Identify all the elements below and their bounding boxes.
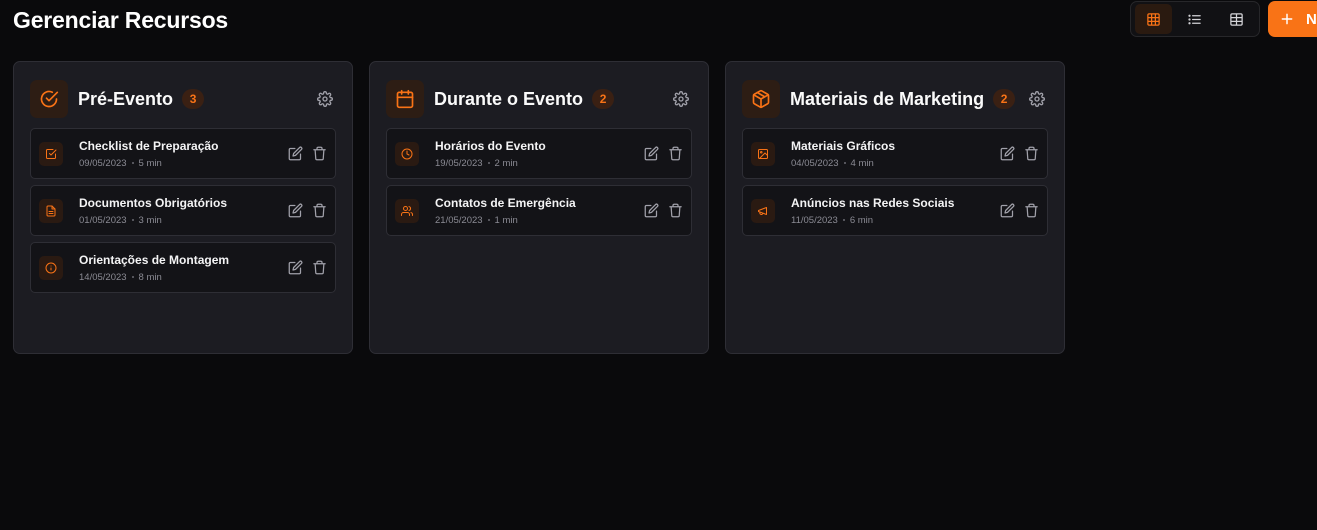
gear-icon[interactable]	[314, 88, 336, 110]
item-title: Orientações de Montagem	[79, 252, 230, 267]
item-duration: 2 min	[494, 157, 518, 169]
page-title: Gerenciar Recursos	[13, 7, 229, 33]
item-title: Contatos de Emergência	[435, 195, 576, 210]
new-button-label: N	[1306, 10, 1317, 28]
trash-icon[interactable]	[667, 146, 683, 162]
item-title: Materiais Gráficos	[791, 138, 896, 153]
resource-item[interactable]: Materiais Gráficos 04/05/2023 4 min	[742, 128, 1048, 179]
resource-item[interactable]: Documentos Obrigatórios 01/05/2023 3 min	[30, 185, 336, 236]
item-duration: 5 min	[138, 157, 162, 169]
column-count-badge: 2	[993, 89, 1016, 109]
item-title: Horários do Evento	[435, 138, 546, 153]
edit-icon[interactable]	[643, 146, 659, 162]
gear-icon[interactable]	[1026, 88, 1048, 110]
grid-view-button[interactable]	[1135, 4, 1173, 34]
item-duration: 6 min	[849, 214, 874, 226]
edit-icon[interactable]	[287, 260, 303, 276]
item-duration: 3 min	[138, 214, 162, 226]
view-mode-toggle	[1130, 1, 1260, 37]
edit-icon[interactable]	[999, 203, 1015, 219]
item-date: 14/05/2023	[79, 271, 127, 283]
item-date: 11/05/2023	[791, 214, 838, 226]
resource-item[interactable]: Orientações de Montagem 14/05/2023 8 min	[30, 242, 336, 293]
item-duration: 1 min	[494, 214, 518, 226]
column-count-badge: 2	[592, 89, 615, 109]
item-date: 19/05/2023	[435, 157, 483, 169]
edit-icon[interactable]	[287, 203, 303, 219]
checkbox-icon	[39, 141, 63, 166]
item-date: 09/05/2023	[79, 157, 127, 169]
trash-icon[interactable]	[311, 146, 327, 162]
grid-icon	[1147, 12, 1160, 26]
item-duration: 4 min	[850, 157, 874, 169]
plus-icon	[1281, 13, 1293, 25]
column-title: Materiais de Marketing	[790, 88, 985, 109]
trash-icon[interactable]	[311, 260, 327, 276]
edit-icon[interactable]	[999, 146, 1015, 162]
column-durante-o-evento: Durante o Evento 2 Horários do Evento 19…	[369, 61, 709, 354]
list-view-button[interactable]	[1176, 4, 1213, 34]
clock-icon	[395, 141, 419, 166]
calendar-icon	[386, 80, 424, 118]
check-circle-icon	[30, 80, 68, 118]
trash-icon[interactable]	[1023, 146, 1039, 162]
users-icon	[395, 198, 419, 223]
column-pre-evento: Pré-Evento 3 Checklist de Preparação 09/…	[13, 61, 353, 354]
new-resource-button[interactable]: N	[1268, 1, 1317, 37]
column-count-badge: 3	[182, 89, 205, 109]
resource-item[interactable]: Horários do Evento 19/05/2023 2 min	[386, 128, 692, 179]
edit-icon[interactable]	[287, 146, 303, 162]
resource-item[interactable]: Anúncios nas Redes Sociais 11/05/2023 6 m…	[742, 185, 1048, 236]
trash-icon[interactable]	[311, 203, 327, 219]
list-icon	[1188, 14, 1202, 24]
gear-icon[interactable]	[670, 88, 692, 110]
resource-item[interactable]: Contatos de Emergência 21/05/2023 1 min	[386, 185, 692, 236]
item-title: Documentos Obrigatórios	[79, 195, 228, 210]
column-title: Durante o Evento	[434, 88, 584, 109]
info-icon	[39, 255, 63, 280]
megaphone-icon	[751, 198, 775, 223]
table-view-button[interactable]	[1218, 4, 1255, 34]
document-icon	[39, 198, 63, 223]
column-materiais-de-marketing: Materiais de Marketing 2 Materiais Gráfi…	[725, 61, 1065, 354]
edit-icon[interactable]	[643, 203, 659, 219]
trash-icon[interactable]	[1023, 203, 1039, 219]
item-date: 04/05/2023	[791, 157, 839, 169]
item-date: 21/05/2023	[435, 214, 483, 226]
item-title: Checklist de Preparação	[79, 138, 219, 153]
item-title: Anúncios nas Redes Sociais	[791, 195, 955, 210]
trash-icon[interactable]	[667, 203, 683, 219]
item-date: 01/05/2023	[79, 214, 127, 226]
table-icon	[1230, 12, 1243, 26]
item-duration: 8 min	[138, 271, 162, 283]
column-title: Pré-Evento	[78, 88, 174, 109]
package-icon	[742, 80, 780, 118]
image-icon	[751, 141, 775, 166]
resource-item[interactable]: Checklist de Preparação 09/05/2023 5 min	[30, 128, 336, 179]
